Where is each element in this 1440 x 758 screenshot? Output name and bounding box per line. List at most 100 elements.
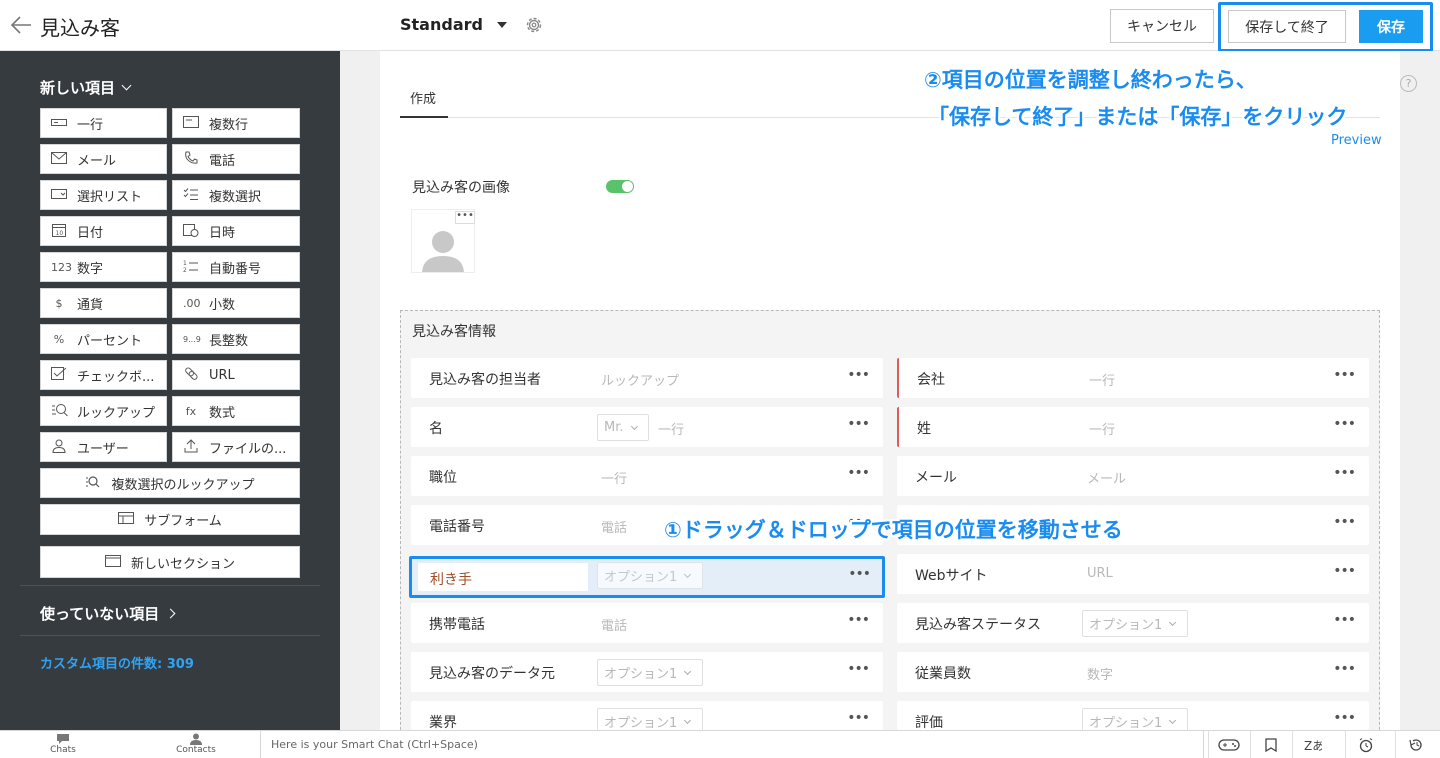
field-label: 評価 bbox=[915, 715, 943, 730]
field-placeholder: 数字 bbox=[1087, 668, 1114, 683]
layout-field-row[interactable]: メール メール ••• bbox=[897, 456, 1369, 496]
option-select[interactable]: オプション1 bbox=[1082, 610, 1188, 637]
field-menu-icon[interactable]: ••• bbox=[1333, 710, 1356, 726]
chevron-down-icon bbox=[630, 422, 638, 430]
field-menu-icon[interactable]: ••• bbox=[847, 465, 870, 481]
layout-field-row[interactable]: 会社 一行 ••• bbox=[897, 358, 1369, 398]
layout-field-row[interactable]: 姓 一行 ••• bbox=[897, 407, 1369, 447]
field-menu-icon[interactable]: ••• bbox=[1333, 465, 1356, 481]
smart-chat-input[interactable]: Here is your Smart Chat (Ctrl+Space) bbox=[260, 731, 1204, 758]
field-type-label: チェックボ... bbox=[77, 369, 155, 385]
field-type-link[interactable]: URL bbox=[172, 360, 300, 390]
field-type-percent[interactable]: % パーセント bbox=[40, 324, 167, 354]
field-menu-icon[interactable]: ••• bbox=[847, 661, 870, 677]
notes-icon[interactable] bbox=[1250, 731, 1290, 758]
field-type-multi-line[interactable]: 複数行 bbox=[172, 108, 300, 138]
field-menu-icon[interactable]: ••• bbox=[847, 416, 870, 432]
option-select[interactable]: Mr. bbox=[597, 414, 649, 441]
field-type-lookup[interactable]: ルックアップ bbox=[40, 396, 167, 426]
field-label: 見込み客ステータス bbox=[915, 617, 1041, 633]
field-placeholder: 電話 bbox=[601, 521, 628, 536]
field-type-currency[interactable]: $ 通貨 bbox=[40, 288, 167, 318]
field-type-autonumber[interactable]: 1 2 自動番号 bbox=[172, 252, 300, 282]
layout-field-row[interactable]: 見込み客のデータ元 オプション1 ••• bbox=[411, 652, 883, 692]
svg-text:1: 1 bbox=[183, 260, 187, 267]
option-select[interactable]: オプション1 bbox=[597, 659, 703, 686]
field-type-label: 複数選択 bbox=[209, 189, 262, 205]
new-section-button[interactable]: 新しいセクション bbox=[40, 546, 300, 578]
field-type-calendar[interactable]: 10 日付 bbox=[40, 216, 167, 246]
layout-field-row[interactable]: 見込み客ステータス オプション1 ••• bbox=[897, 603, 1369, 643]
select-value: オプション1 bbox=[604, 716, 678, 730]
svg-text:10: 10 bbox=[56, 230, 64, 237]
save-and-close-button[interactable]: 保存して終了 bbox=[1228, 10, 1346, 43]
multi-lookup-field[interactable]: 複数選択のルックアップ bbox=[40, 468, 300, 498]
field-menu-icon[interactable]: ••• bbox=[847, 367, 870, 383]
select-value: オプション1 bbox=[1089, 618, 1163, 633]
chevron-down-icon bbox=[1169, 716, 1177, 724]
cancel-button[interactable]: キャンセル bbox=[1110, 9, 1214, 43]
back-arrow-icon[interactable] bbox=[10, 13, 32, 37]
field-label: 姓 bbox=[917, 421, 931, 437]
avatar-menu-icon[interactable]: ••• bbox=[455, 211, 475, 224]
field-type-single-line[interactable]: 一行 bbox=[40, 108, 167, 138]
field-placeholder: 一行 bbox=[601, 472, 628, 487]
field-menu-icon[interactable]: ••• bbox=[848, 566, 871, 582]
layout-field-row[interactable]: Webサイト URL ••• bbox=[897, 554, 1369, 594]
field-menu-icon[interactable]: ••• bbox=[1333, 661, 1356, 677]
layout-field-row[interactable]: 従業員数 数字 ••• bbox=[897, 652, 1369, 692]
field-placeholder: 一行 bbox=[1089, 423, 1116, 438]
field-menu-icon[interactable]: ••• bbox=[1333, 367, 1356, 383]
field-type-datetime[interactable]: 日時 bbox=[172, 216, 300, 246]
gamepad-icon[interactable] bbox=[1208, 731, 1248, 758]
layout-field-row[interactable]: 見込み客の担当者 ルックアップ ••• bbox=[411, 358, 883, 398]
layout-field-row[interactable]: 業界 オプション1 ••• bbox=[411, 701, 883, 730]
alarm-clock-icon[interactable] bbox=[1345, 731, 1385, 758]
field-type-multiselect[interactable]: 複数選択 bbox=[172, 180, 300, 210]
layout-field-row[interactable]: 評価 オプション1 ••• bbox=[897, 701, 1369, 730]
new-items-heading[interactable]: 新しい項目 bbox=[40, 77, 132, 98]
field-type-label: 数字 bbox=[77, 261, 104, 277]
field-type-picklist[interactable]: 選択リスト bbox=[40, 180, 167, 210]
preview-link[interactable]: Preview bbox=[1331, 133, 1382, 148]
chats-button[interactable]: Chats bbox=[33, 733, 93, 755]
contacts-button[interactable]: Contacts bbox=[166, 733, 226, 755]
option-select[interactable]: オプション1 bbox=[597, 562, 703, 589]
field-type-upload[interactable]: ファイルの... bbox=[172, 432, 300, 462]
gear-icon[interactable] bbox=[524, 15, 544, 35]
field-menu-icon[interactable]: ••• bbox=[847, 612, 870, 628]
field-menu-icon[interactable]: ••• bbox=[1333, 563, 1356, 579]
layout-field-row[interactable]: 携帯電話 電話 ••• bbox=[411, 603, 883, 643]
field-type-long-integer[interactable]: 9...9 長整数 bbox=[172, 324, 300, 354]
field-type-decimal[interactable]: .00 小数 bbox=[172, 288, 300, 318]
save-button[interactable]: 保存 bbox=[1359, 10, 1423, 43]
field-type-mail[interactable]: メール bbox=[40, 144, 167, 174]
subform-field[interactable]: サブフォーム bbox=[40, 504, 300, 535]
field-type-checkbox[interactable]: チェックボ... bbox=[40, 360, 167, 390]
field-type-formula[interactable]: fx 数式 bbox=[172, 396, 300, 426]
unused-items-heading[interactable]: 使っていない項目 bbox=[40, 603, 176, 624]
field-menu-icon[interactable]: ••• bbox=[1333, 612, 1356, 628]
layout-field-row[interactable]: 名 Mr. 一行 ••• bbox=[411, 407, 883, 447]
translate-icon[interactable]: Zあ bbox=[1292, 731, 1332, 758]
field-type-phone[interactable]: 電話 bbox=[172, 144, 300, 174]
single-line-icon bbox=[51, 117, 67, 130]
field-menu-icon[interactable]: ••• bbox=[847, 710, 870, 726]
option-select[interactable]: オプション1 bbox=[1082, 708, 1188, 730]
tab-create[interactable]: 作成 bbox=[410, 88, 436, 107]
layout-field-row[interactable]: 職位 一行 ••• bbox=[411, 456, 883, 496]
history-icon[interactable] bbox=[1395, 731, 1435, 758]
layout-selector[interactable]: Standard bbox=[400, 15, 507, 34]
dragging-field-handedness[interactable]: 利き手 オプション1 ••• bbox=[409, 556, 885, 598]
field-type-user[interactable]: ユーザー bbox=[40, 432, 167, 462]
image-toggle[interactable] bbox=[606, 180, 634, 193]
chevron-down-icon bbox=[684, 716, 692, 724]
field-type-label: 複数行 bbox=[209, 117, 249, 133]
subform-icon bbox=[118, 512, 135, 527]
help-icon[interactable]: ? bbox=[1400, 75, 1417, 92]
option-select[interactable]: オプション1 bbox=[597, 708, 703, 730]
field-menu-icon[interactable]: ••• bbox=[1333, 416, 1356, 432]
field-placeholder: メール bbox=[1087, 472, 1127, 487]
field-type-number[interactable]: 123 数字 bbox=[40, 252, 167, 282]
field-menu-icon[interactable]: ••• bbox=[1333, 514, 1356, 530]
